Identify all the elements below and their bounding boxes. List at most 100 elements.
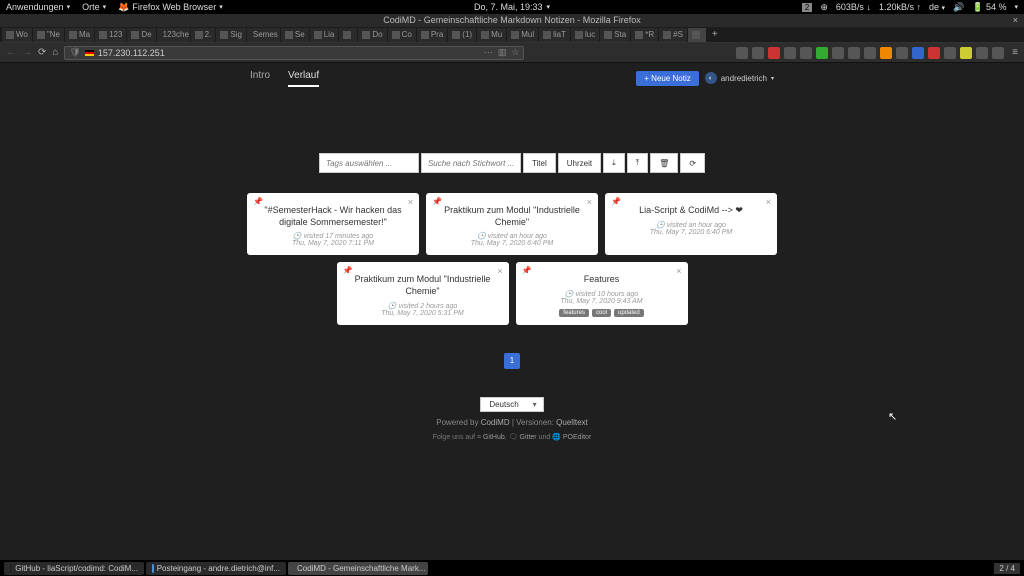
ext-icon[interactable] — [800, 47, 812, 59]
ext-icon[interactable] — [768, 47, 780, 59]
tags-input[interactable] — [319, 153, 419, 173]
hamburger-menu[interactable]: ≡ — [1012, 47, 1018, 58]
ext-icon[interactable] — [752, 47, 764, 59]
close-icon[interactable]: × — [676, 266, 681, 276]
close-icon[interactable]: × — [497, 266, 502, 276]
note-card[interactable]: 📌×Features🕒visited 10 hours agoThu, May … — [516, 262, 688, 325]
ext-icon[interactable] — [816, 47, 828, 59]
note-card[interactable]: 📌×Lia-Script & CodiMd --> ❤🕒visited an h… — [605, 193, 777, 255]
tag[interactable]: cool — [592, 309, 611, 317]
export-button[interactable]: ⤓ — [603, 153, 625, 173]
import-button[interactable]: ⤒ — [627, 153, 649, 173]
reload-button[interactable]: ⟳ — [38, 47, 46, 58]
forward-button[interactable]: → — [22, 47, 32, 58]
browser-tab[interactable]: *R — [631, 28, 658, 42]
browser-tab[interactable]: #S — [659, 28, 687, 42]
browser-tab[interactable]: Co — [388, 28, 416, 42]
ext-icon[interactable] — [736, 47, 748, 59]
back-button[interactable]: ← — [6, 47, 16, 58]
language-select[interactable]: Deutsch — [480, 397, 543, 412]
places-menu[interactable]: Orte ▾ — [82, 2, 106, 13]
browser-tab[interactable]: Wo — [2, 28, 32, 42]
browser-tab[interactable]: Do — [358, 28, 386, 42]
ext-icon[interactable] — [864, 47, 876, 59]
ext-icon[interactable] — [960, 47, 972, 59]
ext-icon[interactable] — [896, 47, 908, 59]
window-close-icon[interactable]: × — [1013, 14, 1018, 27]
browser-tab[interactable] — [339, 28, 357, 42]
poeditor-link[interactable]: POEditor — [563, 434, 591, 441]
tab-intro[interactable]: Intro — [250, 70, 270, 87]
search-input[interactable] — [421, 153, 521, 173]
note-card[interactable]: 📌×Praktikum zum Modul "Industrielle Chem… — [337, 262, 509, 325]
browser-tab[interactable] — [688, 28, 706, 42]
github-link[interactable]: GitHub — [483, 434, 505, 441]
clock[interactable]: Do, 7. Mai, 19:33 ▾ — [474, 2, 550, 12]
gitter-link[interactable]: Gitter — [520, 434, 537, 441]
apps-menu[interactable]: Anwendungen ▾ — [6, 2, 70, 13]
ext-icon[interactable] — [944, 47, 956, 59]
volume-icon[interactable]: 🔊 — [953, 2, 964, 13]
pin-icon[interactable]: 📌 — [432, 197, 442, 206]
workspace-badge[interactable]: 2 — [802, 3, 812, 12]
quelltext-link[interactable]: Quelltext — [556, 418, 588, 427]
codimd-link[interactable]: CodiMD — [481, 418, 510, 427]
browser-tab[interactable]: (1) — [448, 28, 476, 42]
url-menu-icon[interactable]: ⋯ — [484, 47, 493, 58]
page-1[interactable]: 1 — [504, 353, 520, 369]
browser-tab[interactable]: Se — [281, 28, 309, 42]
browser-tab[interactable]: 123che — [157, 28, 190, 42]
ext-icon[interactable] — [784, 47, 796, 59]
browser-tab[interactable]: Pra — [417, 28, 447, 42]
tag[interactable]: updated — [614, 309, 644, 317]
browser-tab[interactable]: liaT — [539, 28, 570, 42]
browser-tab[interactable]: Semes — [247, 28, 280, 42]
ext-icon[interactable] — [832, 47, 844, 59]
close-icon[interactable]: × — [408, 197, 413, 207]
pin-icon[interactable]: 📌 — [343, 266, 353, 275]
note-card[interactable]: 📌×Praktikum zum Modul "Industrielle Chem… — [426, 193, 598, 255]
browser-tab[interactable]: 123 — [95, 28, 126, 42]
ext-icon[interactable] — [848, 47, 860, 59]
browser-tab[interactable]: 2. — [191, 28, 216, 42]
sort-time-button[interactable]: Uhrzeit — [558, 153, 601, 173]
bookmark-icon[interactable]: ☆ — [511, 47, 519, 58]
url-bar[interactable]: 🛡 157.230.112.251 ⋯ ▥ ☆ — [64, 46, 524, 60]
browser-tab[interactable]: Sig — [216, 28, 246, 42]
taskbar-item[interactable]: Posteingang - andre.dietrich@inf... — [146, 562, 286, 575]
sort-title-button[interactable]: Titel — [523, 153, 556, 173]
workspace-indicator[interactable]: 2 / 4 — [994, 563, 1020, 574]
taskbar-item[interactable]: GitHub - liaScript/codimd: CodiM... — [4, 562, 144, 575]
browser-tab[interactable]: Mu — [477, 28, 506, 42]
battery[interactable]: 🔋 54 % — [972, 2, 1006, 13]
new-note-button[interactable]: + Neue Notiz — [636, 71, 698, 86]
refresh-button[interactable]: ⟳ — [680, 153, 705, 173]
pin-icon[interactable]: 📌 — [611, 197, 621, 206]
user-menu[interactable]: ◐ andredietrich ▾ — [705, 72, 774, 84]
home-button[interactable]: ⌂ — [52, 47, 58, 58]
ext-icon[interactable] — [928, 47, 940, 59]
browser-tab[interactable]: luc — [571, 28, 599, 42]
close-icon[interactable]: × — [587, 197, 592, 207]
tag[interactable]: features — [559, 309, 589, 317]
browser-tab[interactable]: Lia — [310, 28, 339, 42]
new-tab-button[interactable]: + — [709, 29, 721, 40]
browser-tab[interactable]: "Ne — [33, 28, 64, 42]
browser-tab[interactable]: Mul — [507, 28, 538, 42]
reader-icon[interactable]: ▥ — [498, 47, 507, 58]
pin-icon[interactable]: 📌 — [522, 266, 532, 275]
taskbar-item[interactable]: CodiMD - Gemeinschaftliche Mark... — [288, 562, 428, 575]
pin-icon[interactable]: 📌 — [253, 197, 263, 206]
delete-button[interactable]: 🗑 — [650, 153, 678, 173]
tab-verlauf[interactable]: Verlauf — [288, 70, 319, 87]
note-card[interactable]: 📌×"#SemesterHack - Wir hacken das digita… — [247, 193, 419, 255]
keyboard-lang[interactable]: de ▾ — [929, 2, 945, 12]
browser-tab[interactable]: De — [127, 28, 155, 42]
close-icon[interactable]: × — [766, 197, 771, 207]
browser-tab[interactable]: Ma — [65, 28, 94, 42]
ext-icon[interactable] — [976, 47, 988, 59]
ext-icon[interactable] — [880, 47, 892, 59]
ext-icon[interactable] — [992, 47, 1004, 59]
ext-icon[interactable] — [912, 47, 924, 59]
browser-tab[interactable]: Sta — [600, 28, 630, 42]
